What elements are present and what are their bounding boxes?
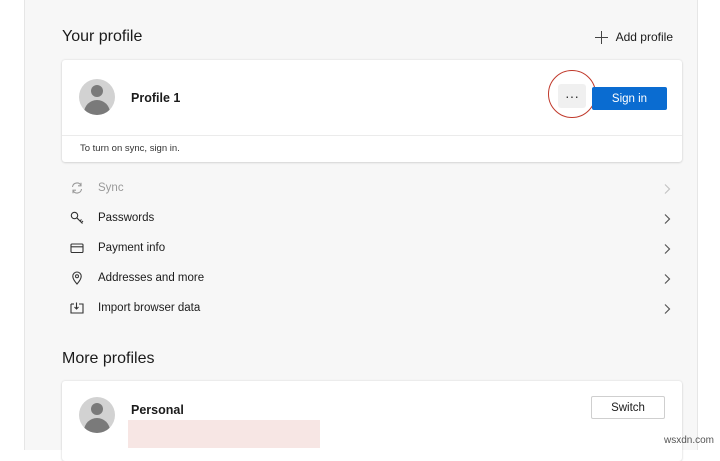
profile-name: Profile 1 [131, 91, 181, 105]
location-pin-icon [70, 271, 84, 285]
setting-label-sync: Sync [98, 182, 124, 194]
key-icon [70, 211, 84, 225]
chevron-right-icon [662, 242, 672, 254]
setting-row-payment-info[interactable]: Payment info [62, 233, 682, 263]
switch-profile-button[interactable]: Switch [591, 396, 665, 419]
setting-label-payment-info: Payment info [98, 242, 166, 254]
setting-row-sync[interactable]: Sync [62, 173, 682, 203]
avatar [79, 79, 115, 115]
more-profiles-title: More profiles [62, 350, 155, 367]
avatar [79, 397, 115, 433]
setting-label-import: Import browser data [98, 302, 201, 314]
credit-card-icon [70, 241, 84, 255]
sign-in-button[interactable]: Sign in [592, 87, 667, 110]
setting-row-import[interactable]: Import browser data [62, 293, 682, 323]
chevron-right-icon [662, 272, 672, 284]
watermark: wsxdn.com [663, 435, 714, 446]
other-profile-card: Personal Switch [62, 381, 682, 461]
your-profile-title: Your profile [62, 28, 143, 45]
setting-label-passwords: Passwords [98, 212, 155, 224]
setting-row-addresses[interactable]: Addresses and more [62, 263, 682, 293]
plus-icon [594, 30, 608, 44]
sync-icon [70, 181, 84, 195]
profile-card: Profile 1 ··· Sign in To turn on sync, s… [62, 60, 682, 162]
setting-row-passwords[interactable]: Passwords [62, 203, 682, 233]
other-profile-name: Personal [131, 403, 184, 417]
setting-label-addresses: Addresses and more [98, 272, 205, 284]
chevron-right-icon [662, 212, 672, 224]
add-profile-label: Add profile [615, 30, 673, 44]
highlight-circle [548, 70, 596, 118]
redacted-email [128, 420, 320, 448]
sync-note: To turn on sync, sign in. [80, 143, 180, 154]
add-profile-button[interactable]: Add profile [594, 28, 673, 46]
settings-list: Sync Passwords Payment info Addresses an… [62, 173, 682, 323]
settings-panel: Your profile Add profile Profile 1 ··· S… [24, 0, 698, 461]
chevron-right-icon [662, 302, 672, 314]
card-divider [62, 135, 682, 136]
chevron-right-icon [662, 182, 672, 194]
import-icon [70, 301, 84, 315]
